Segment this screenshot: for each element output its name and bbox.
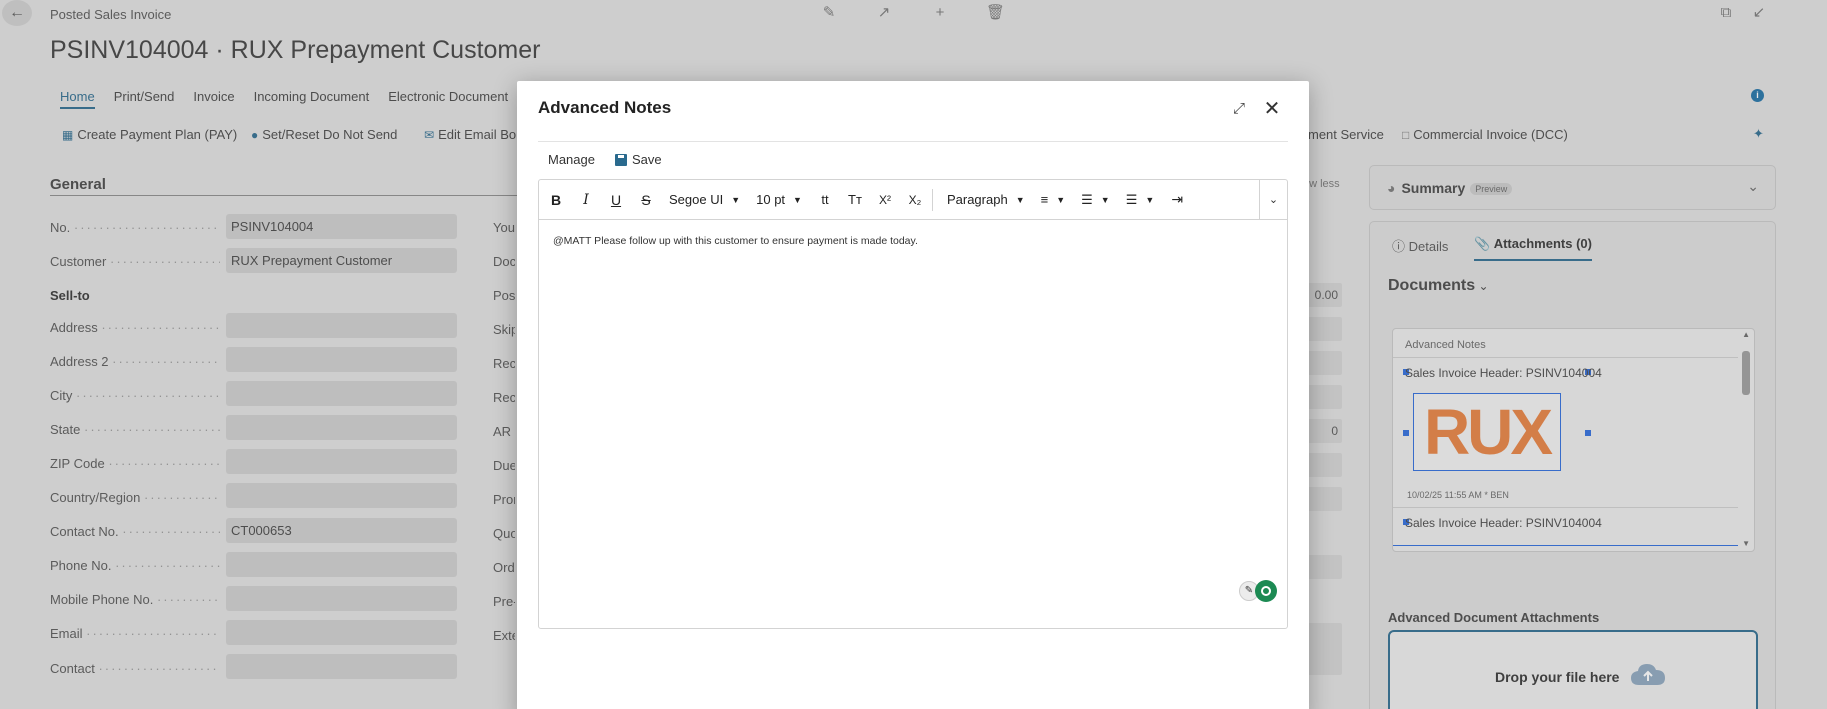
lowercase-icon[interactable]: tt — [812, 186, 838, 214]
grammarly-icon[interactable] — [1255, 580, 1277, 602]
caret-down-icon: ▼ — [793, 194, 802, 205]
underline-button[interactable]: U — [603, 186, 629, 214]
bullet-list-select[interactable]: ☰ ▼ — [1120, 186, 1161, 214]
dialog-divider — [538, 141, 1288, 142]
note-content[interactable]: @MATT Please follow up with this custome… — [553, 235, 918, 247]
block-format-select[interactable]: Paragraph ▼ — [941, 186, 1031, 214]
align-select[interactable]: ≡ ▼ — [1035, 186, 1072, 214]
dialog-menu: Manage Save — [548, 152, 662, 167]
block-format-value: Paragraph — [946, 192, 1008, 207]
save-label: Save — [631, 152, 662, 167]
caret-down-icon: ▼ — [1100, 194, 1110, 205]
caret-down-icon: ▼ — [1015, 194, 1025, 205]
caret-down-icon: ▼ — [1145, 194, 1155, 205]
caret-down-icon: ▼ — [731, 194, 741, 205]
editor-assist-badges[interactable]: ✎ — [1239, 580, 1277, 602]
more-tools-chevron-icon[interactable]: ⌄ — [1259, 180, 1287, 219]
caret-down-icon: ▼ — [1056, 194, 1066, 205]
font-family-value: Segoe UI — [669, 192, 724, 207]
strikethrough-button[interactable]: S — [633, 186, 659, 214]
font-family-select[interactable]: Segoe UI ▼ — [663, 186, 746, 214]
save-button[interactable]: Save — [614, 152, 662, 167]
subscript-button[interactable]: X₂ — [902, 186, 928, 214]
advanced-notes-dialog: Advanced Notes ⤢ ✕ Manage Save B I U S S… — [517, 81, 1309, 709]
expand-icon[interactable]: ⤢ — [1229, 99, 1249, 119]
editor-toolbar: B I U S Segoe UI ▼ 10 pt ▼ tt Tт X² X₂ Par… — [539, 180, 1287, 220]
indent-icon[interactable]: ⇥ — [1164, 186, 1190, 214]
rich-text-editor[interactable]: B I U S Segoe UI ▼ 10 pt ▼ tt Tт X² X₂ Par… — [538, 179, 1288, 629]
italic-button[interactable]: I — [573, 186, 599, 214]
toolbar-separator — [931, 188, 933, 211]
numbered-list-icon: ☰ — [1081, 191, 1093, 207]
bold-button[interactable]: B — [543, 186, 569, 214]
superscript-button[interactable]: X² — [872, 186, 898, 214]
numbered-list-select[interactable]: ☰ ▼ — [1075, 186, 1116, 214]
save-floppy-icon — [614, 153, 627, 166]
align-left-icon: ≡ — [1040, 192, 1049, 207]
bullet-list-icon: ☰ — [1125, 191, 1138, 207]
font-size-select[interactable]: 10 pt ▼ — [750, 186, 808, 214]
font-size-value: 10 pt — [756, 192, 786, 207]
close-icon[interactable]: ✕ — [1261, 98, 1283, 120]
uppercase-icon[interactable]: Tт — [842, 186, 868, 214]
dialog-title: Advanced Notes — [538, 98, 672, 117]
manage-menu[interactable]: Manage — [548, 152, 595, 167]
